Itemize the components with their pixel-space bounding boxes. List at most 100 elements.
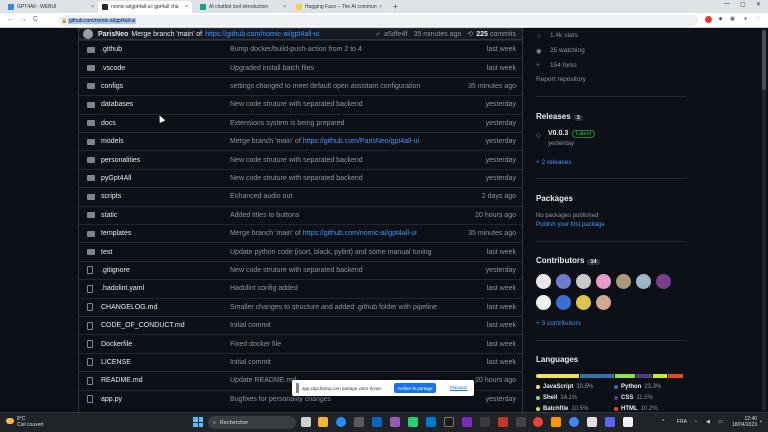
report-repository-link[interactable]: Report repository bbox=[536, 76, 586, 83]
mail-icon[interactable] bbox=[372, 417, 382, 427]
contributor-avatar[interactable] bbox=[636, 274, 651, 289]
contributor-avatar[interactable] bbox=[536, 274, 551, 289]
grip-icon[interactable] bbox=[296, 383, 299, 393]
weather-widget[interactable]: 8°C Ciel couvert bbox=[6, 416, 43, 428]
file-name[interactable]: README.md bbox=[101, 377, 143, 384]
releases-heading[interactable]: Releases 3 bbox=[536, 112, 583, 121]
packages-heading[interactable]: Packages bbox=[536, 194, 573, 203]
stars-count[interactable]: 1.4k stars bbox=[550, 32, 578, 39]
app-icon[interactable] bbox=[462, 417, 472, 427]
app-icon[interactable] bbox=[587, 417, 597, 427]
commit-sha[interactable]: a5dfe4f bbox=[384, 31, 407, 38]
file-row[interactable]: personalities New code struture with sepa… bbox=[79, 150, 522, 168]
terminal-icon[interactable] bbox=[444, 417, 454, 427]
file-row[interactable]: models Merge branch 'main' of https://git… bbox=[79, 132, 522, 150]
file-commit-message[interactable]: New code struture with separated backend bbox=[230, 101, 363, 108]
file-commit-message[interactable]: Fixed docker file bbox=[230, 341, 281, 348]
more-releases-link[interactable]: + 2 releases bbox=[536, 159, 572, 166]
back-icon[interactable]: ← bbox=[7, 16, 14, 23]
vscode-icon[interactable] bbox=[426, 417, 436, 427]
contributor-avatar[interactable] bbox=[596, 274, 611, 289]
forks-count[interactable]: 154 forks bbox=[550, 62, 577, 69]
file-name[interactable]: app.py bbox=[101, 396, 122, 403]
file-row[interactable]: static Added titles to buttons 20 hours ag… bbox=[79, 205, 522, 224]
file-row[interactable]: pyGpt4All New code struture with separate… bbox=[79, 168, 522, 187]
page-scrollbar-thumb[interactable] bbox=[762, 30, 766, 90]
file-name[interactable]: test bbox=[101, 249, 112, 256]
file-row[interactable]: .hadolint.yaml Hadolint config added last … bbox=[79, 279, 522, 297]
file-name[interactable]: LICENSE bbox=[101, 359, 131, 366]
file-commit-message[interactable]: Merge branch 'main' of https://github.co… bbox=[230, 230, 417, 237]
file-name[interactable]: CHANGELOG.md bbox=[101, 304, 157, 311]
file-name[interactable]: Dockerfile bbox=[101, 341, 132, 348]
file-row[interactable]: templates Merge branch 'main' of https://… bbox=[79, 224, 522, 242]
close-window-icon[interactable]: ✕ bbox=[756, 1, 761, 8]
tab-close-icon[interactable]: × bbox=[283, 4, 286, 10]
file-name[interactable]: .hadolint.yaml bbox=[101, 285, 144, 292]
file-commit-message[interactable]: Enhanced audio out bbox=[230, 193, 292, 200]
watching-count[interactable]: 25 watching bbox=[550, 47, 585, 54]
file-commit-message[interactable]: Bump docker/build-push-action from 2 to … bbox=[230, 46, 362, 53]
file-row[interactable]: Dockerfile Fixed docker file last week bbox=[79, 334, 522, 352]
publish-package-link[interactable]: Publish your first package bbox=[536, 222, 605, 228]
contributors-heading[interactable]: Contributors 14 bbox=[536, 256, 600, 265]
menu-icon[interactable]: ⋮ bbox=[755, 16, 762, 23]
language-indicator[interactable]: FRA bbox=[677, 419, 687, 425]
file-row[interactable]: configs settings changed to meet default … bbox=[79, 76, 522, 95]
contributor-avatar[interactable] bbox=[536, 295, 551, 310]
contributor-avatar[interactable] bbox=[556, 274, 571, 289]
file-name[interactable]: docs bbox=[101, 120, 116, 127]
file-row[interactable]: .gitignore New code struture with separat… bbox=[79, 260, 522, 279]
file-row[interactable]: .vscode Upgraded install batch files last … bbox=[79, 58, 522, 76]
file-row[interactable]: docs Extensions system is being prepared y… bbox=[79, 113, 522, 132]
forward-icon[interactable]: → bbox=[20, 16, 27, 23]
file-commit-message[interactable]: Hadolint config added bbox=[230, 285, 298, 292]
profile-icon[interactable]: ● bbox=[742, 16, 749, 23]
commit-author[interactable]: ParisNeo bbox=[98, 31, 128, 38]
stop-sharing-button[interactable]: Arrêter le partage bbox=[394, 383, 436, 393]
file-commit-message[interactable]: Smaller changes to structure and added .… bbox=[230, 304, 437, 311]
taskbar-search[interactable]: ⌕ Rechercher bbox=[208, 416, 296, 429]
store-icon[interactable] bbox=[354, 417, 364, 427]
file-name[interactable]: scripts bbox=[101, 193, 121, 200]
contributor-avatar[interactable] bbox=[576, 295, 591, 310]
language-item[interactable]: JavaScript 30.5% bbox=[536, 384, 593, 390]
browser-tab[interactable]: Hugging Face – The AI commun × bbox=[292, 1, 386, 13]
file-name[interactable]: configs bbox=[101, 83, 123, 90]
file-commit-message[interactable]: Bugfixes for personality changes bbox=[230, 396, 331, 403]
browser-tab[interactable]: AI chatbot tool introduction × bbox=[196, 1, 290, 13]
app-icon[interactable] bbox=[516, 417, 526, 427]
contributor-avatar[interactable] bbox=[596, 295, 611, 310]
extension-icon[interactable] bbox=[705, 16, 712, 23]
taskbar-clock[interactable]: 12:40 18/04/2023 bbox=[732, 416, 757, 428]
browser-tab[interactable]: GPT4All - WEBUI × bbox=[4, 1, 98, 13]
task-view-icon[interactable] bbox=[301, 417, 311, 427]
volume-icon[interactable]: ◀ bbox=[706, 419, 710, 425]
file-commit-message[interactable]: Added titles to buttons bbox=[230, 212, 299, 219]
file-name[interactable]: databases bbox=[101, 101, 133, 108]
file-commit-message[interactable]: New code struture with separated backend bbox=[230, 267, 363, 274]
app-icon[interactable] bbox=[551, 417, 561, 427]
contributor-avatar[interactable] bbox=[656, 274, 671, 289]
file-commit-message[interactable]: Initial commit bbox=[230, 322, 271, 329]
edge-icon[interactable] bbox=[336, 417, 346, 427]
tab-close-icon[interactable]: × bbox=[185, 4, 188, 10]
chrome-icon[interactable] bbox=[533, 417, 543, 427]
commits-label[interactable]: commits bbox=[490, 31, 516, 38]
minimize-icon[interactable]: — bbox=[724, 1, 730, 7]
file-commit-message[interactable]: settings changed to meet default open as… bbox=[230, 83, 420, 90]
file-name[interactable]: CODE_OF_CONDUCT.md bbox=[101, 322, 185, 329]
contributor-avatar[interactable] bbox=[576, 274, 591, 289]
url-input[interactable]: 🔒 github.com/nomic-ai/gpt4all-ui bbox=[58, 15, 698, 26]
file-commit-message[interactable]: Update README.md bbox=[230, 377, 296, 384]
language-item[interactable]: CSS 11.0% bbox=[614, 395, 653, 401]
file-commit-message[interactable]: Merge branch 'main' of https://github.co… bbox=[230, 138, 419, 145]
file-commit-message[interactable]: Update python code (isort, black, pylint… bbox=[230, 249, 432, 256]
app-icon[interactable] bbox=[480, 417, 490, 427]
file-name[interactable]: .gitignore bbox=[101, 267, 130, 274]
chrome-icon[interactable] bbox=[569, 417, 579, 427]
author-avatar[interactable] bbox=[83, 29, 93, 39]
file-row[interactable]: CHANGELOG.md Smaller changes to structure… bbox=[79, 297, 522, 316]
extension-puzzle-icon[interactable]: ◆ bbox=[717, 16, 724, 23]
file-commit-message[interactable]: New code struture with separated backend bbox=[230, 175, 363, 182]
